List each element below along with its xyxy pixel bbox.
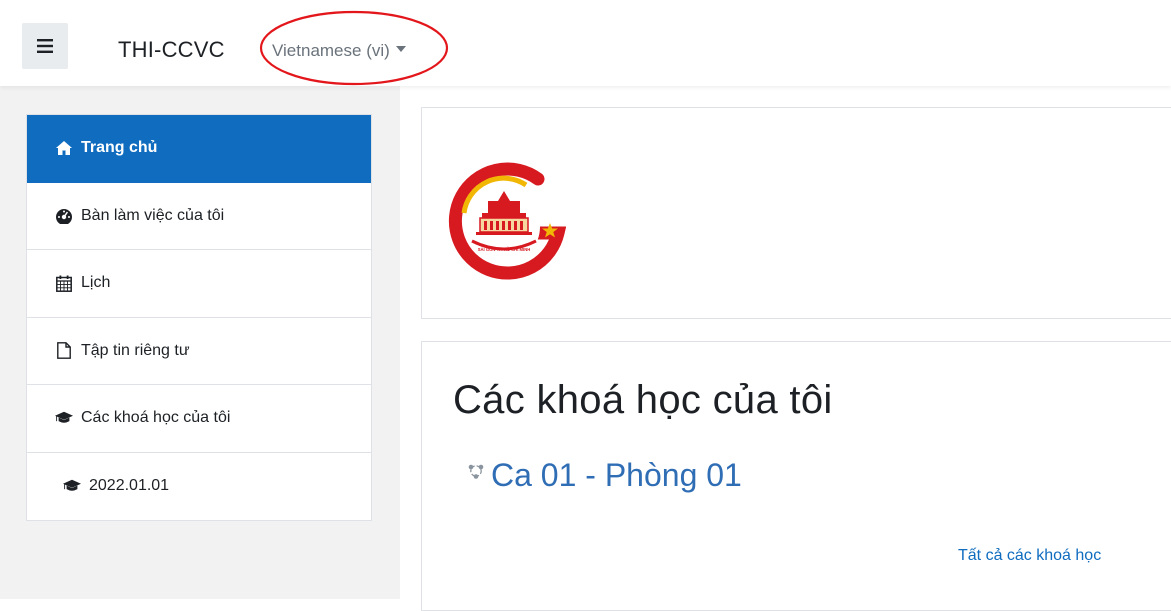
- nav-drawer: Trang chủ Bàn làm việc của tôi Lịch Tập …: [0, 86, 400, 599]
- course-icon: [468, 464, 484, 479]
- dashboard-icon: [55, 207, 73, 225]
- language-label: Vietnamese (vi): [272, 41, 390, 60]
- course-link[interactable]: Ca 01 - Phòng 01: [467, 457, 742, 494]
- sidebar-item-label: Bàn làm việc của tôi: [81, 206, 225, 224]
- top-navbar: THI-CCVC Vietnamese (vi): [0, 0, 1171, 86]
- file-icon: [55, 342, 73, 360]
- home-icon: [55, 139, 73, 157]
- logo-text: SÀI GÒN TP. HỒ CHÍ MINH: [478, 247, 531, 252]
- sidebar-item-home[interactable]: Trang chủ: [27, 115, 371, 183]
- hamburger-menu-button[interactable]: [22, 23, 68, 69]
- sidebar-item-label: Lịch: [81, 274, 111, 292]
- site-logo-card: SÀI GÒN TP. HỒ CHÍ MINH: [421, 107, 1171, 319]
- language-menu[interactable]: Vietnamese (vi): [272, 41, 406, 61]
- sidebar-item-label: Tập tin riêng tư: [81, 341, 190, 359]
- section-title: Các khoá học của tôi: [453, 378, 833, 422]
- calendar-icon: [55, 274, 73, 292]
- sidebar-item-label: Trang chủ: [81, 139, 158, 157]
- sidebar-item-course-2022[interactable]: 2022.01.01: [27, 453, 371, 521]
- site-name-link[interactable]: THI-CCVC: [118, 37, 225, 63]
- sidebar-item-dashboard[interactable]: Bàn làm việc của tôi: [27, 183, 371, 250]
- caret-down-icon: [395, 46, 406, 52]
- sidebar-item-label: 2022.01.01: [89, 477, 170, 495]
- graduation-cap-icon: [55, 409, 73, 427]
- all-courses-link[interactable]: Tất cả các khoá học: [958, 547, 1101, 565]
- hamburger-icon: [37, 39, 53, 53]
- sidebar-nav: Trang chủ Bàn làm việc của tôi Lịch Tập …: [26, 114, 372, 521]
- sidebar-item-my-courses[interactable]: Các khoá học của tôi: [27, 385, 371, 453]
- sidebar-item-label: Các khoá học của tôi: [81, 409, 231, 427]
- sidebar-item-calendar[interactable]: Lịch: [27, 250, 371, 318]
- my-courses-card: Các khoá học của tôi Ca 01 - Phòng 01 Tấ…: [421, 341, 1171, 611]
- sidebar-item-private-files[interactable]: Tập tin riêng tư: [27, 318, 371, 385]
- course-name: Ca 01 - Phòng 01: [491, 457, 742, 493]
- graduation-cap-icon: [63, 477, 81, 495]
- site-logo: SÀI GÒN TP. HỒ CHÍ MINH: [448, 162, 566, 280]
